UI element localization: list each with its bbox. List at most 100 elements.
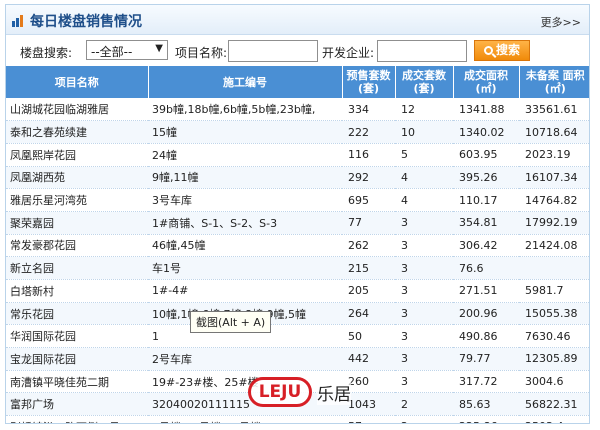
table-cell: 200.96 [453, 302, 519, 326]
project-name-link[interactable]: 别桥镇港口路西侧一号 [6, 415, 148, 423]
column-header: 项目名称 [6, 66, 149, 98]
leju-logo-text: 乐居 [317, 379, 351, 405]
table-cell: 50 [342, 324, 395, 349]
column-header: 未备案 面积 (㎡) [519, 66, 589, 98]
table-cell: 3 [395, 302, 453, 326]
project-name-link[interactable]: 富邦广场 [6, 392, 148, 417]
column-header: 成交套数 (套) [395, 66, 454, 98]
project-name-input[interactable] [228, 40, 318, 62]
table-cell: 110.17 [453, 188, 519, 212]
table-cell: 车1号 [148, 256, 342, 280]
table-row: 华润国际花园 1 50 3 490.86 7630.46 [6, 324, 589, 349]
table-row: 泰和之春苑续建 15幢 222 10 1340.02 10718.64 [6, 120, 589, 144]
project-name-link[interactable]: 聚荣嘉园 [6, 211, 148, 235]
table-cell: 306.42 [453, 234, 519, 258]
developer-label: 开发企业: [322, 46, 375, 60]
table-cell: 57 [342, 415, 395, 423]
developer-input[interactable] [377, 40, 467, 62]
column-header: 成交面积 (㎡) [453, 66, 520, 98]
table-cell: 1#商铺、S-1、S-2、S-3 [148, 211, 342, 235]
table-cell: 15幢 [148, 120, 342, 144]
leju-logo-mark: LEJU [248, 377, 312, 407]
table-cell: 3 [395, 279, 453, 303]
table-cell: 3 [395, 324, 453, 349]
table-cell: 2号车库 [148, 347, 342, 371]
panel-title: 每日楼盘销售情况 [30, 14, 142, 30]
project-name-link[interactable]: 宝龙国际花园 [6, 347, 148, 371]
table-cell: 77 [342, 211, 395, 235]
leju-logo: LEJU 乐居 [248, 375, 351, 409]
project-name-link[interactable]: 华润国际花园 [6, 324, 148, 349]
table-cell: 10 [395, 120, 453, 144]
table-cell: 17992.19 [519, 211, 589, 235]
table-cell: 1号楼，2号楼，3号楼 [148, 415, 342, 423]
project-name-link[interactable]: 白塔新村 [6, 279, 148, 303]
table-cell: 354.81 [453, 211, 519, 235]
table-cell: 334 [342, 98, 395, 122]
table-cell: 292 [342, 166, 395, 190]
project-name-link[interactable]: 常乐花园 [6, 302, 148, 326]
table-cell: 5981.7 [519, 279, 589, 303]
project-name-link[interactable]: 凤凰湖西苑 [6, 166, 148, 190]
table-cell: 2 [395, 415, 453, 423]
dropdown-arrow-icon: ▼ [155, 43, 163, 54]
table-row: 常乐花园10幢,1幢,6幢,7幢,8幢,9幢,5幢2643200.9615055… [6, 302, 589, 326]
table-cell: 79.77 [453, 347, 519, 371]
table-cell: 46幢,45幢 [148, 234, 342, 258]
table-row: 凤凰湖西苑 9幢,11幢 292 4 395.26 16107.34 [6, 166, 589, 190]
table-cell: 7630.46 [519, 324, 589, 349]
table-cell: 21424.08 [519, 234, 589, 258]
table-cell: 15055.38 [519, 302, 589, 326]
table-row: 别桥镇港口路西侧一号1号楼，2号楼，3号楼572225.862503.4 [6, 415, 589, 423]
project-name-link[interactable]: 雅居乐星河湾苑 [6, 188, 148, 212]
table-cell: 4 [395, 166, 453, 190]
table-cell: 264 [342, 302, 395, 326]
table-cell: 205 [342, 279, 395, 303]
project-name-link[interactable]: 常发豪郡花园 [6, 234, 148, 258]
table-cell: 3 [395, 370, 453, 394]
district-select[interactable]: --全部-- ▼ [86, 40, 168, 60]
table-cell: 1340.02 [453, 120, 519, 144]
table-cell: 116 [342, 143, 395, 167]
table-cell: 442 [342, 347, 395, 371]
table-cell: 215 [342, 256, 395, 280]
table-cell: 24幢 [148, 143, 342, 167]
table-cell: 271.51 [453, 279, 519, 303]
table-row: 凤凰熙岸花园 24幢 116 5 603.95 2023.19 [6, 143, 589, 167]
table-row: 雅居乐星河湾苑 3号车库 695 4 110.17 14764.82 [6, 188, 589, 212]
table-cell: 2 [395, 392, 453, 417]
table-cell: 3004.6 [519, 370, 589, 394]
table-cell: 222 [342, 120, 395, 144]
bar-chart-icon [12, 14, 26, 27]
project-name-link[interactable]: 山湖城花园临湖雅居 [6, 98, 148, 122]
table-cell: 76.6 [453, 256, 519, 280]
table-cell: 85.63 [453, 392, 519, 417]
project-name-link[interactable]: 泰和之春苑续建 [6, 120, 148, 144]
table-header-row: 项目名称 施工编号 预售套数 (套) 成交套数 (套) 成交面积 (㎡) 未备案 面积 (… [6, 66, 589, 98]
table-cell: 2023.19 [519, 143, 589, 167]
search-button[interactable]: 搜索 [474, 40, 530, 61]
table-cell: 3号车库 [148, 188, 342, 212]
table-cell: 12 [395, 98, 453, 122]
column-header: 施工编号 [148, 66, 343, 98]
panel-header: 每日楼盘销售情况 更多>> [6, 5, 589, 35]
table-cell: 14764.82 [519, 188, 589, 212]
table-cell: 5 [395, 143, 453, 167]
table-cell: 225.86 [453, 415, 519, 423]
table-cell: 3 [395, 256, 453, 280]
table-cell: 39b幢,18b幢,6b幢,5b幢,23b幢, [148, 98, 342, 122]
table-cell: 9幢,11幢 [148, 166, 342, 190]
table-cell: 3 [395, 347, 453, 371]
project-name-link[interactable]: 南漕镇平晓佳苑二期 [6, 370, 148, 394]
project-name-link[interactable]: 凤凰熙岸花园 [6, 143, 148, 167]
table-row: 新立名园 车1号 215 3 76.6 [6, 256, 589, 280]
project-name-link[interactable]: 新立名园 [6, 256, 148, 280]
project-name-label: 项目名称: [175, 46, 228, 60]
table-cell: 1#-4# [148, 279, 342, 303]
more-link[interactable]: 更多>> [541, 14, 581, 30]
table-cell: 317.72 [453, 370, 519, 394]
search-button-label: 搜索 [495, 43, 520, 57]
table-row: 常发豪郡花园 46幢,45幢 262 3 306.42 21424.08 [6, 234, 589, 258]
table-cell: 12305.89 [519, 347, 589, 371]
table-cell: 490.86 [453, 324, 519, 349]
